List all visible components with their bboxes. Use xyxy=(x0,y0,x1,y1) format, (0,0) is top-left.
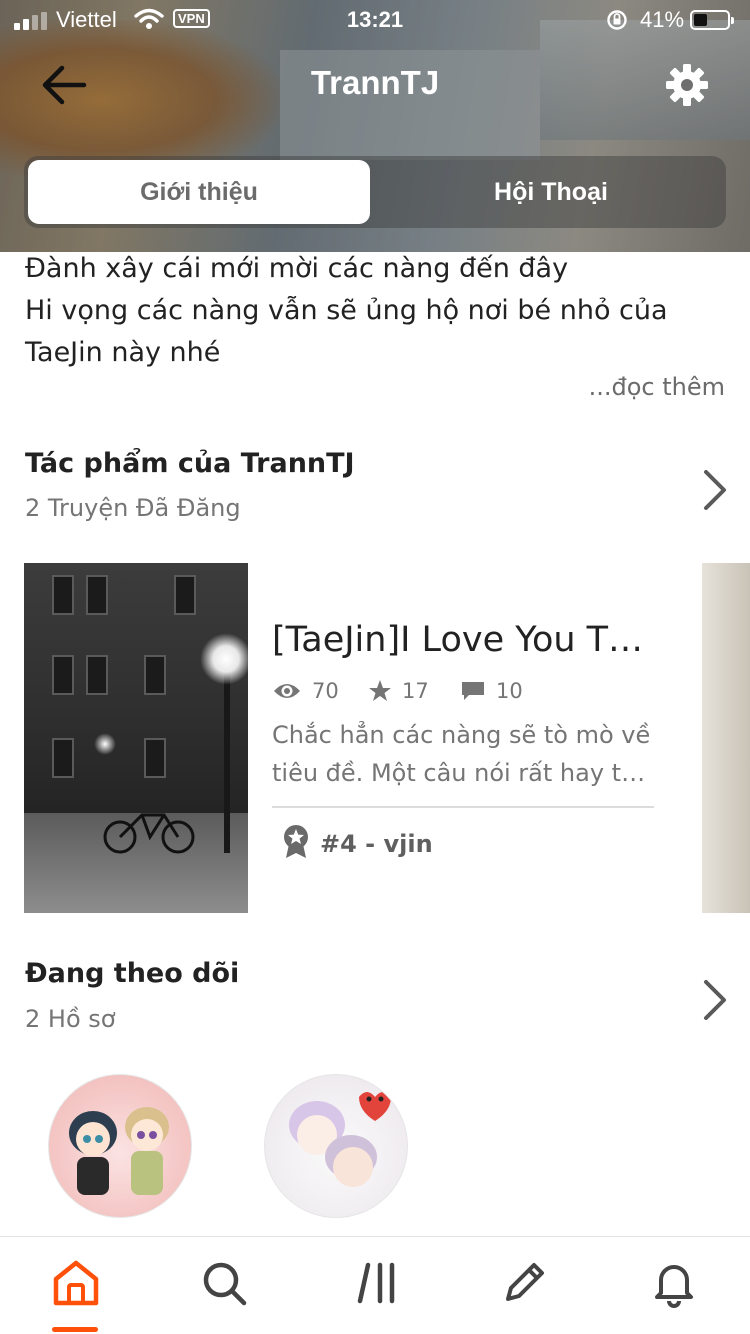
bicycle xyxy=(103,813,195,854)
battery-icon xyxy=(690,10,734,30)
gear-icon[interactable] xyxy=(664,62,710,108)
tab-conversations[interactable]: Hội Thoại xyxy=(380,160,722,224)
clock: 13:21 xyxy=(346,7,404,32)
about-line: TaeJin này nhé xyxy=(25,337,221,368)
bottom-nav xyxy=(0,1236,750,1334)
battery-percent: 41% xyxy=(640,7,685,32)
divider xyxy=(272,806,654,808)
street-lamp xyxy=(200,633,248,685)
status-bar: Viettel VPN 13:21 41% xyxy=(0,0,750,40)
profile-header: Viettel VPN 13:21 41% TrannTJ Giới thiệu… xyxy=(0,0,750,252)
avatar-illustration xyxy=(69,1107,169,1195)
profile-tabs: Giới thiệu Hội Thoại xyxy=(24,156,726,228)
home-icon[interactable] xyxy=(50,1257,102,1309)
chevron-right-icon[interactable] xyxy=(700,468,728,512)
story-description: Chắc hẳn các nàng sẽ tò mò về tiêu đề. M… xyxy=(272,716,654,792)
about-line: Đành xây cái mới mời các nàng đến đây xyxy=(25,253,569,284)
avatar-illustration xyxy=(289,1092,391,1187)
eye-icon xyxy=(274,684,300,698)
reads-count: 70 xyxy=(312,679,339,703)
about-text: Đành xây cái mới mời các nàng đến đây Hi… xyxy=(25,248,725,374)
read-more-link[interactable]: ...đọc thêm xyxy=(589,373,725,401)
following-avatar[interactable] xyxy=(48,1074,192,1218)
rank-label: #4 - vjin xyxy=(320,830,433,858)
chevron-right-icon[interactable] xyxy=(700,978,728,1022)
award-badge-icon xyxy=(284,825,308,858)
comments-count: 10 xyxy=(496,679,523,703)
story-stats: 70 17 10 xyxy=(272,676,652,706)
votes-count: 17 xyxy=(402,679,429,703)
about-line: Hi vọng các nàng vẫn sẽ ủng hộ nơi bé nh… xyxy=(25,295,668,326)
story-title[interactable]: [TaeJin]I Love You T… xyxy=(272,620,652,660)
library-icon[interactable] xyxy=(352,1257,404,1309)
following-section-title[interactable]: Đang theo dõi xyxy=(25,958,239,989)
following-avatar[interactable] xyxy=(264,1074,408,1218)
story-description-line: Chắc hẳn các nàng sẽ tò mò về xyxy=(272,721,651,749)
page-title: TrannTJ xyxy=(310,64,440,101)
tab-about[interactable]: Giới thiệu xyxy=(28,160,370,224)
comment-icon xyxy=(462,682,484,700)
star-icon xyxy=(369,680,391,701)
bell-icon[interactable] xyxy=(648,1257,700,1309)
rotation-lock-icon xyxy=(607,10,627,30)
next-story-cover[interactable] xyxy=(702,563,750,913)
pencil-icon[interactable] xyxy=(498,1257,550,1309)
works-section-title[interactable]: Tác phẩm của TrannTJ xyxy=(25,448,355,479)
works-count: 2 Truyện Đã Đăng xyxy=(25,494,241,522)
active-tab-indicator xyxy=(52,1327,98,1332)
story-description-line: tiêu đề. Một câu nói rất hay tôi… xyxy=(272,759,654,787)
search-icon[interactable] xyxy=(198,1257,250,1309)
story-cover[interactable] xyxy=(24,563,248,913)
following-count: 2 Hồ sơ xyxy=(25,1005,116,1033)
